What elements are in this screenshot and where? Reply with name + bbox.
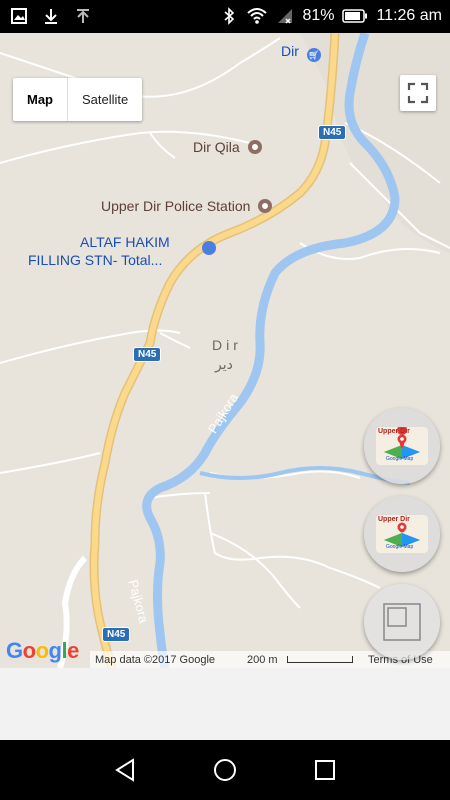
content-area bbox=[0, 668, 450, 740]
upload-icon bbox=[77, 9, 89, 23]
back-button[interactable] bbox=[113, 757, 139, 783]
fullscreen-icon bbox=[407, 82, 429, 104]
marker-thumbnail: Upper Dir Google Map bbox=[376, 515, 428, 553]
download-icon bbox=[45, 9, 57, 24]
poi-dir-shop[interactable]: Dir 🛒︎ bbox=[281, 43, 321, 62]
battery-percent: 81% bbox=[302, 7, 335, 24]
layers-icon bbox=[383, 603, 421, 641]
wifi-icon bbox=[247, 8, 268, 24]
clock: 11:26 am bbox=[376, 7, 442, 24]
scale-label[interactable]: 200 m bbox=[247, 651, 278, 668]
poi-fuel-station[interactable]: ALTAF HAKIM FILLING STN- Total... bbox=[28, 233, 216, 269]
poi-dir-qila-label: Dir Qila bbox=[193, 139, 240, 155]
poi-fuel-station-line1: ALTAF HAKIM bbox=[80, 234, 170, 250]
road-shield-n45: N45 bbox=[318, 125, 347, 140]
poi-dir-shop-label: Dir bbox=[281, 43, 299, 59]
police-icon bbox=[258, 199, 273, 213]
map-type-toggle: Map Satellite bbox=[13, 78, 143, 121]
town-label-urdu: دیر bbox=[215, 356, 233, 372]
marker-fab-2[interactable]: Upper Dir Google Map bbox=[364, 496, 440, 572]
town-label: Dir bbox=[212, 337, 242, 353]
poi-police-station-label: Upper Dir Police Station bbox=[101, 198, 251, 214]
marker-fab-1[interactable]: Upper Dir Google Map bbox=[364, 408, 440, 484]
signal-icon bbox=[278, 9, 293, 24]
battery-icon bbox=[342, 9, 368, 23]
google-logo: Google bbox=[6, 638, 79, 663]
fuel-icon bbox=[202, 241, 216, 255]
fullscreen-button[interactable] bbox=[400, 75, 436, 111]
marker-thumbnail: Upper Dir Google Map bbox=[376, 427, 428, 465]
map-data-text[interactable]: Map data ©2017 Google bbox=[95, 651, 215, 668]
map-type-satellite-button[interactable]: Satellite bbox=[68, 78, 142, 121]
home-button[interactable] bbox=[212, 757, 238, 783]
shopping-cart-icon: 🛒︎ bbox=[306, 48, 321, 62]
poi-fuel-station-line2: FILLING STN- Total... bbox=[28, 252, 163, 268]
landmark-icon bbox=[247, 140, 262, 154]
road-shield-n45: N45 bbox=[133, 347, 162, 362]
road-shield-n45: N45 bbox=[102, 627, 131, 642]
layer-toggle-fab[interactable] bbox=[364, 584, 440, 660]
map-type-map-button[interactable]: Map bbox=[13, 78, 67, 121]
poi-police-station[interactable]: Upper Dir Police Station bbox=[101, 198, 273, 214]
poi-dir-qila[interactable]: Dir Qila bbox=[193, 139, 262, 155]
map-view[interactable]: Map Satellite Dir 🛒︎ Dir Qila Upper Dir … bbox=[0, 33, 450, 668]
gallery-icon bbox=[11, 8, 27, 24]
status-bar: 81% 11:26 am bbox=[0, 0, 450, 33]
recents-button[interactable] bbox=[312, 757, 338, 783]
scale-bar bbox=[287, 656, 353, 663]
bluetooth-icon bbox=[224, 7, 235, 25]
navigation-bar bbox=[0, 740, 450, 800]
